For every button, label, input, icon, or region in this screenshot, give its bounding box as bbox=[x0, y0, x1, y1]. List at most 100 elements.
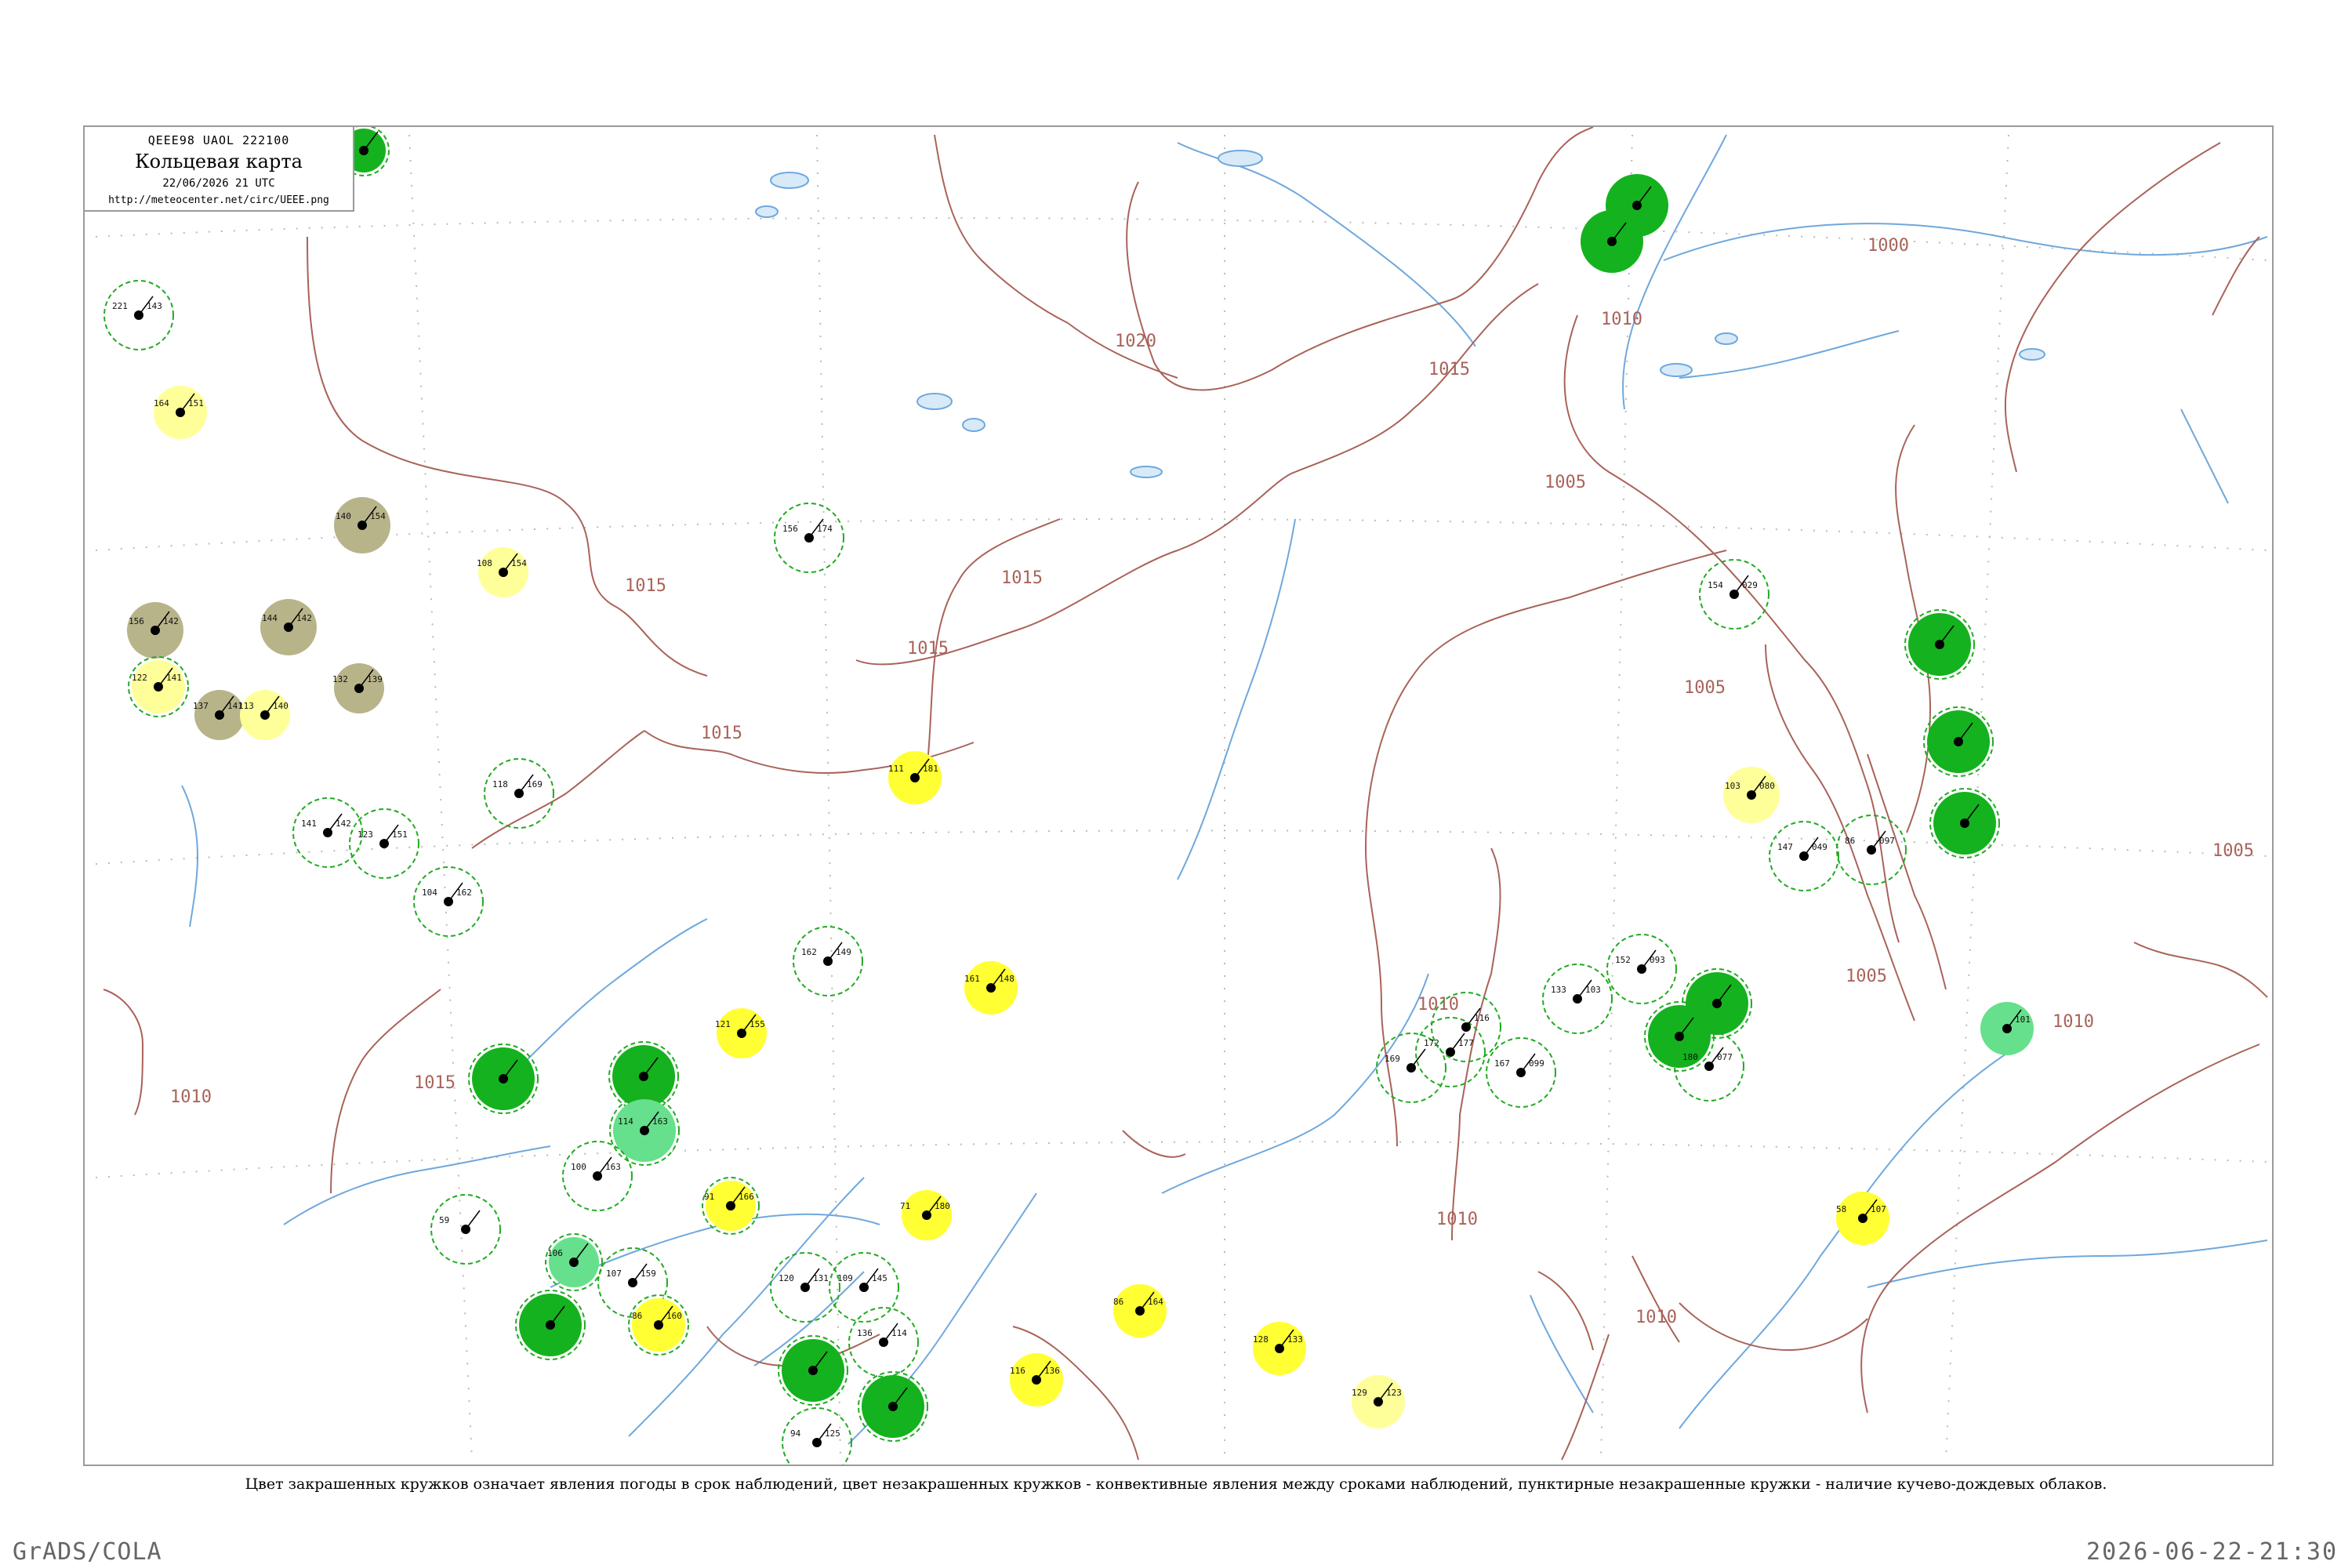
map-title: Кольцевая карта bbox=[135, 151, 303, 172]
station-temp: 103 bbox=[1725, 781, 1740, 791]
isobar-label: 1015 bbox=[907, 639, 949, 659]
station-marker: 167 099 bbox=[1486, 1037, 1556, 1108]
station-pressure: 114 bbox=[891, 1328, 907, 1338]
station-marker: 103 080 bbox=[1723, 767, 1780, 823]
station-marker: 106 bbox=[545, 1233, 603, 1291]
station-temp: 140 bbox=[336, 511, 351, 521]
isobar-label: 1015 bbox=[1001, 568, 1043, 588]
isobar-label: 1020 bbox=[1115, 332, 1156, 351]
map-date: 22/06/2026 21 UTC bbox=[162, 177, 275, 190]
weather-map: 1020 1015 1015 1015 1015 1015 1015 1010 1010 1010… bbox=[83, 125, 2274, 1466]
station-pressure: 103 bbox=[1585, 985, 1601, 995]
render-timestamp: 2026-06-22-21:30 bbox=[2086, 1538, 2338, 1566]
station-temp: 71 bbox=[900, 1201, 910, 1211]
station-pressure: 149 bbox=[836, 947, 851, 957]
isobar-label: 1015 bbox=[414, 1073, 456, 1093]
wind-barb-icon bbox=[465, 1210, 481, 1230]
isobars-layer bbox=[103, 127, 2268, 1461]
station-pressure: 154 bbox=[370, 511, 386, 521]
station-marker: 154 029 bbox=[1699, 559, 1769, 630]
station-temp: 109 bbox=[837, 1273, 853, 1283]
station-marker bbox=[1929, 788, 2000, 858]
station-temp: 123 bbox=[358, 829, 373, 840]
station-temp: 86 bbox=[1845, 836, 1855, 846]
isobar-label: 1005 bbox=[2212, 841, 2254, 861]
station-marker: 91 166 bbox=[702, 1177, 760, 1235]
map-canvas: 1020101510151015101510151015101010101010… bbox=[95, 127, 2268, 1465]
station-pressure: 162 bbox=[456, 887, 472, 898]
isobar-label: 1010 bbox=[1601, 310, 1642, 329]
station-marker: 86 164 bbox=[1113, 1284, 1167, 1338]
station-temp: 154 bbox=[1708, 580, 1723, 590]
station-marker: 71 180 bbox=[900, 1190, 952, 1240]
station-temp: 147 bbox=[1777, 842, 1793, 852]
station-pressure: 174 bbox=[817, 524, 833, 534]
station-pressure: 155 bbox=[750, 1019, 765, 1029]
station-pressure: 123 bbox=[1386, 1388, 1402, 1398]
station-temp: 164 bbox=[154, 398, 169, 408]
station-marker bbox=[1904, 609, 1975, 680]
station-temp: 152 bbox=[1615, 955, 1631, 965]
station-temp: 167 bbox=[1494, 1058, 1510, 1069]
station-marker: 147 049 bbox=[1769, 821, 1839, 891]
station-temp: 162 bbox=[801, 947, 817, 957]
station-marker bbox=[515, 1290, 586, 1360]
station-marker: 94 125 bbox=[782, 1407, 852, 1465]
station-marker: 101 bbox=[1980, 1002, 2034, 1055]
bulletin-code: QEEE98 UAOL 222100 bbox=[147, 133, 290, 147]
station-pressure: 139 bbox=[367, 674, 383, 684]
isobar-label: 1010 bbox=[2053, 1012, 2094, 1032]
station-temp: 108 bbox=[477, 558, 492, 568]
station-temp: 129 bbox=[1352, 1388, 1367, 1398]
station-temp: 59 bbox=[439, 1215, 449, 1225]
station-marker: 144 142 bbox=[260, 599, 317, 655]
station-pressure: 125 bbox=[825, 1428, 840, 1439]
station-pressure: 151 bbox=[188, 398, 204, 408]
station-marker bbox=[1581, 210, 1643, 273]
station-temp: 58 bbox=[1836, 1204, 1846, 1214]
station-temp: 94 bbox=[790, 1428, 801, 1439]
isobar-labels-layer: 1020101510151015101510151015101010101010… bbox=[170, 236, 2254, 1327]
station-pressure: 148 bbox=[999, 974, 1014, 984]
station-marker bbox=[778, 1335, 848, 1406]
isobar-label: 1010 bbox=[1417, 995, 1459, 1014]
station-pressure: 163 bbox=[652, 1116, 668, 1127]
station-pressure: 154 bbox=[511, 558, 527, 568]
station-temp: 180 bbox=[1682, 1052, 1698, 1062]
station-pressure: 151 bbox=[392, 829, 408, 840]
station-pressure: 133 bbox=[1287, 1334, 1303, 1345]
station-pressure: 141 bbox=[166, 673, 182, 683]
station-pressure: 099 bbox=[1529, 1058, 1544, 1069]
source-url[interactable]: http://meteocenter.net/circ/UEEE.png bbox=[85, 194, 353, 206]
isobar-label: 1010 bbox=[1436, 1210, 1478, 1229]
station-pressure: 160 bbox=[666, 1311, 682, 1321]
station-marker: 116 bbox=[1431, 992, 1501, 1062]
station-temp: 86 bbox=[632, 1311, 642, 1321]
isobar-label: 1015 bbox=[1428, 360, 1470, 379]
station-pressure: 142 bbox=[296, 613, 312, 623]
station-temp: 118 bbox=[492, 779, 508, 789]
station-pressure: 029 bbox=[1742, 580, 1758, 590]
isobar-label: 1010 bbox=[170, 1087, 212, 1107]
software-credit: GrADS/COLA bbox=[13, 1538, 162, 1566]
station-temp: 116 bbox=[1010, 1366, 1025, 1376]
station-pressure: 049 bbox=[1812, 842, 1828, 852]
station-temp: 106 bbox=[547, 1248, 563, 1258]
station-pressure: 164 bbox=[1148, 1297, 1163, 1307]
station-pressure: 166 bbox=[739, 1192, 754, 1202]
station-temp: 104 bbox=[422, 887, 437, 898]
station-temp: 137 bbox=[193, 701, 209, 711]
station-pressure: 101 bbox=[2015, 1014, 2031, 1025]
station-marker: 221 143 bbox=[103, 280, 174, 350]
station-marker: 86 160 bbox=[628, 1294, 689, 1356]
station-marker bbox=[1644, 1001, 1715, 1072]
station-temp: 114 bbox=[618, 1116, 633, 1127]
stations-layer: 221 143164 151140 154108 154156 142 144 142122 1… bbox=[103, 127, 2034, 1465]
station-temp: 133 bbox=[1551, 985, 1566, 995]
station-pressure: 093 bbox=[1650, 955, 1665, 965]
station-marker: 164 151 bbox=[154, 386, 207, 439]
station-pressure: 097 bbox=[1879, 836, 1895, 846]
map-legend-box: QEEE98 UAOL 222100 Кольцевая карта 22/06… bbox=[83, 125, 354, 212]
station-marker: 58 107 bbox=[1836, 1192, 1889, 1245]
station-marker: 156 142 bbox=[127, 602, 183, 659]
